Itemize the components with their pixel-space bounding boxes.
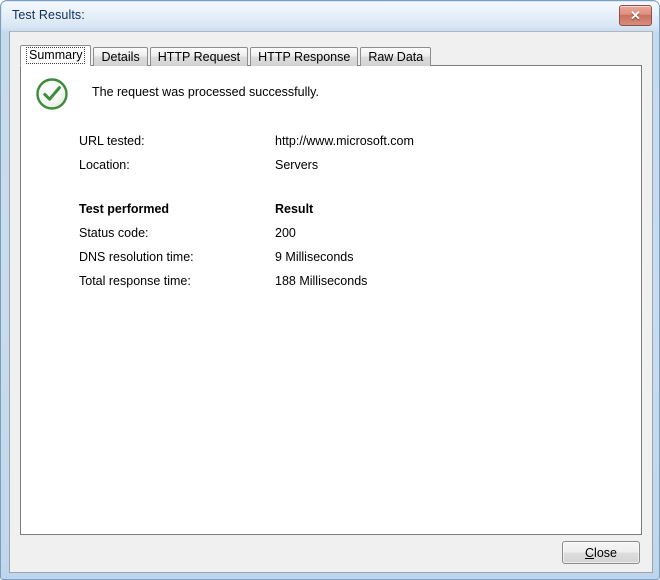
window-close-button[interactable]: ✕	[619, 5, 652, 26]
status-message-row: The request was processed successfully.	[35, 77, 595, 117]
tab-http-request[interactable]: HTTP Request	[149, 47, 249, 66]
tab-summary[interactable]: Summary	[20, 45, 92, 66]
tab-details-label: Details	[101, 49, 140, 64]
close-button-accel: C	[585, 545, 595, 560]
close-button-label: lose	[594, 545, 617, 560]
summary-rows: URL tested: http://www.microsoft.com Loc…	[79, 134, 619, 298]
status-message: The request was processed successfully.	[92, 85, 319, 99]
success-check-icon	[35, 77, 69, 111]
tab-details[interactable]: Details	[93, 47, 148, 66]
close-icon: ✕	[630, 8, 641, 23]
window-title: Test Results:	[12, 8, 85, 22]
results-header-label: Test performed	[79, 202, 170, 216]
dialog-client-area: Summary Details HTTP Request HTTP Respon…	[9, 31, 653, 573]
row-total-response-time: Total response time: 188 Milliseconds	[79, 274, 619, 298]
row-dns-resolution-time-label: DNS resolution time:	[79, 250, 194, 264]
row-url-tested: URL tested: http://www.microsoft.com	[79, 134, 619, 158]
row-url-tested-label: URL tested:	[79, 134, 145, 148]
tab-http-response-label: HTTP Response	[258, 49, 351, 64]
title-bar[interactable]: Test Results: ✕	[1, 1, 659, 31]
tab-page-summary: The request was processed successfully. …	[20, 65, 642, 535]
tab-raw-data-label: Raw Data	[368, 49, 424, 64]
row-status-code-label: Status code:	[79, 226, 149, 240]
tab-http-request-label: HTTP Request	[157, 49, 241, 64]
dialog-window: Test Results: ✕ Summary Details HTTP Req…	[0, 0, 660, 580]
row-location-value: Servers	[275, 158, 319, 172]
row-location-label: Location:	[79, 158, 130, 172]
row-dns-resolution-time-value: 9 Milliseconds	[275, 250, 354, 264]
tab-strip: Summary Details HTTP Request HTTP Respon…	[20, 45, 433, 66]
tab-http-response[interactable]: HTTP Response	[250, 47, 359, 66]
results-table-header: Test performed Result	[79, 202, 619, 226]
tab-raw-data[interactable]: Raw Data	[360, 47, 432, 66]
row-status-code: Status code: 200	[79, 226, 619, 250]
row-status-code-value: 200	[275, 226, 296, 240]
row-total-response-time-value: 188 Milliseconds	[275, 274, 368, 288]
row-total-response-time-label: Total response time:	[79, 274, 191, 288]
rows-spacer	[79, 182, 619, 202]
row-location: Location: Servers	[79, 158, 619, 182]
row-dns-resolution-time: DNS resolution time: 9 Milliseconds	[79, 250, 619, 274]
row-url-tested-value: http://www.microsoft.com	[275, 134, 414, 148]
results-header-value: Result	[275, 202, 314, 216]
close-button[interactable]: Close	[562, 541, 640, 564]
tab-summary-label: Summary	[25, 47, 86, 64]
